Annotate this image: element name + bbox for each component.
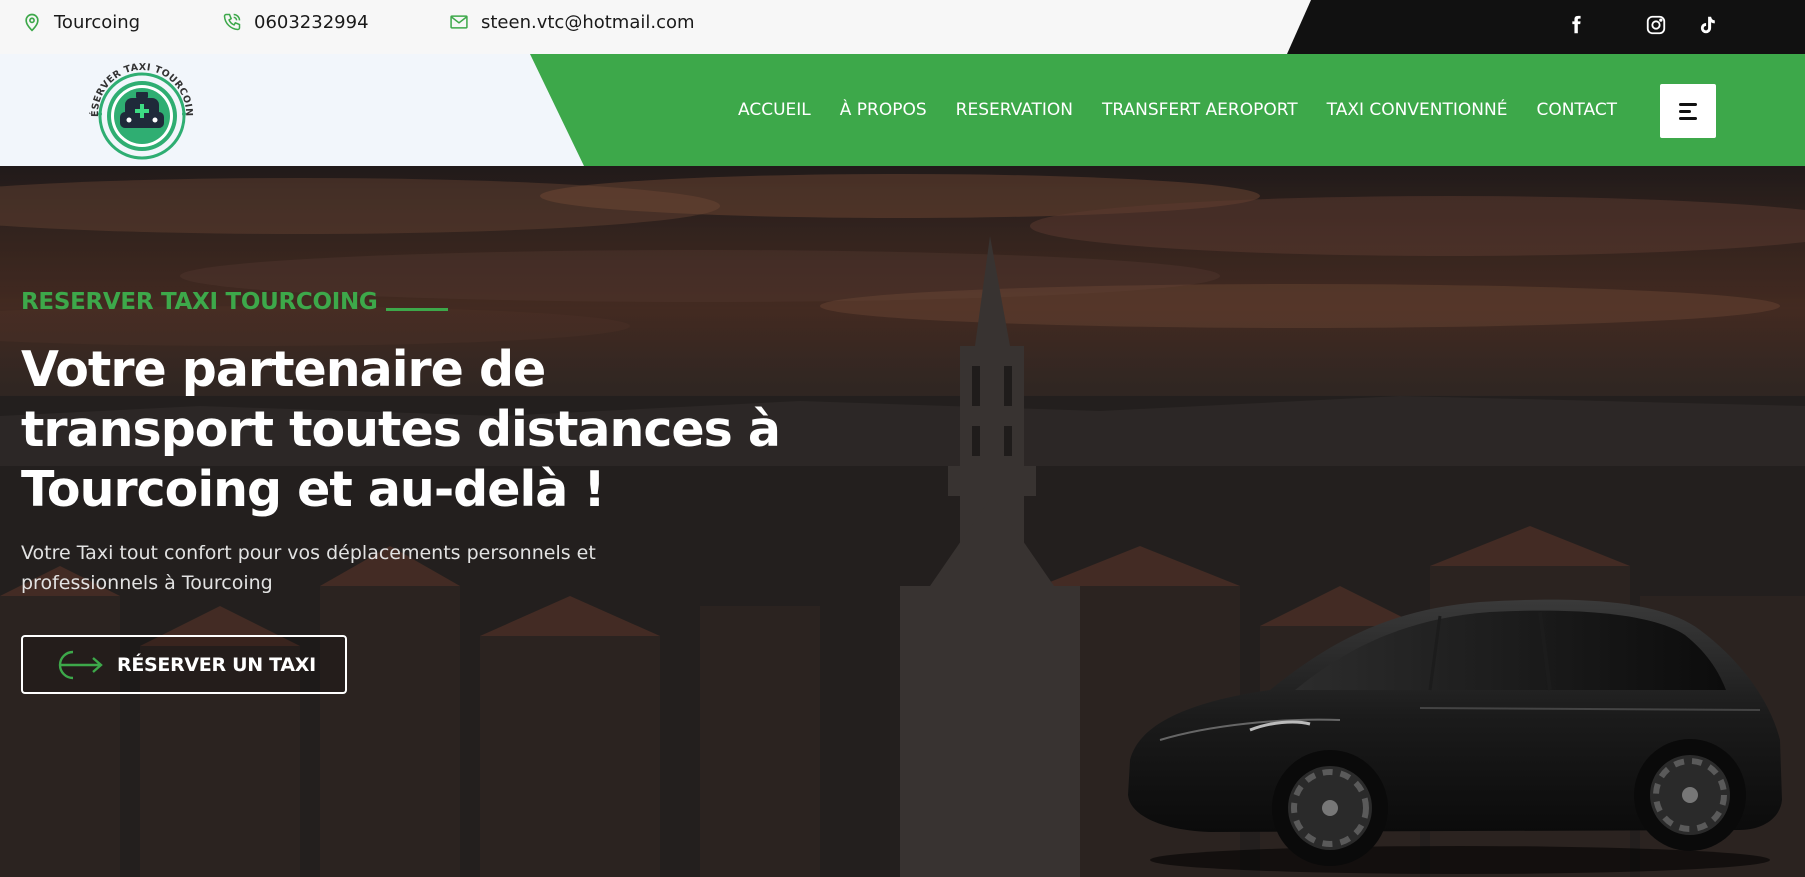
hero-title: Votre partenaire de transport toutes dis…	[21, 340, 781, 520]
email-text: steen.vtc@hotmail.com	[481, 11, 695, 33]
facebook-icon	[1572, 15, 1581, 34]
hero-subtitle: Votre Taxi tout confort pour vos déplace…	[21, 538, 661, 598]
hero-section: RESERVER TAXI TOURCOING Votre partenaire…	[0, 166, 1805, 877]
nav-item-a-propos[interactable]: À PROPOS	[840, 100, 927, 120]
hero-title-line: transport toutes distances à	[21, 401, 781, 458]
hero-subtitle-line: professionnels à Tourcoing	[21, 572, 273, 594]
email-link[interactable]: steen.vtc@hotmail.com	[449, 0, 695, 44]
hamburger-icon-line	[1679, 109, 1691, 113]
front-wheel	[1272, 750, 1388, 866]
menu-toggle-button[interactable]	[1660, 84, 1716, 138]
site-logo[interactable]: RÉSERVER TAXI TOURCOING	[76, 48, 204, 164]
nav-item-reservation[interactable]: RESERVATION	[956, 100, 1073, 120]
hero-subtitle-line: Votre Taxi tout confort pour vos déplace…	[21, 542, 596, 564]
phone-text: 0603232994	[254, 11, 369, 33]
hero-title-line: Votre partenaire de	[21, 341, 546, 398]
hero-eyebrow: RESERVER TAXI TOURCOING	[21, 289, 448, 315]
hamburger-icon-line	[1679, 116, 1697, 120]
nav-item-taxi-conventionne[interactable]: TAXI CONVENTIONNÉ	[1327, 100, 1508, 120]
nav-item-accueil[interactable]: ACCUEIL	[738, 100, 811, 120]
hero-title-line: Tourcoing et au-delà !	[21, 461, 606, 518]
arrow-right-icon	[58, 650, 103, 679]
eyebrow-divider	[385, 307, 448, 311]
nav-item-transfert-aeroport[interactable]: TRANSFERT AEROPORT	[1102, 100, 1298, 120]
location-text: Tourcoing	[54, 11, 141, 33]
taxi-logo-icon: RÉSERVER TAXI TOURCOING	[76, 48, 194, 160]
nav-item-contact[interactable]: CONTACT	[1536, 100, 1617, 120]
phone-link[interactable]: 0603232994	[222, 0, 369, 44]
phone-icon	[223, 13, 241, 31]
tesla-car-image	[1128, 599, 1782, 874]
instagram-icon	[1646, 15, 1666, 35]
facebook-link[interactable]	[1560, 9, 1592, 41]
hero-eyebrow-text: RESERVER TAXI TOURCOING	[21, 289, 378, 315]
location-info: Tourcoing	[22, 0, 140, 44]
tiktok-icon	[1700, 16, 1715, 34]
main-nav: ACCUEIL À PROPOS RESERVATION TRANSFERT A…	[738, 54, 1617, 166]
reserve-taxi-button[interactable]: RÉSERVER UN TAXI	[21, 635, 347, 694]
rear-wheel	[1634, 739, 1746, 851]
map-pin-icon	[25, 13, 39, 32]
mail-icon	[450, 15, 468, 29]
hamburger-icon	[1679, 102, 1697, 106]
tiktok-link[interactable]	[1691, 9, 1723, 41]
reserve-taxi-label: RÉSERVER UN TAXI	[117, 653, 316, 676]
instagram-link[interactable]	[1640, 9, 1672, 41]
top-social-bar	[1287, 0, 1805, 54]
